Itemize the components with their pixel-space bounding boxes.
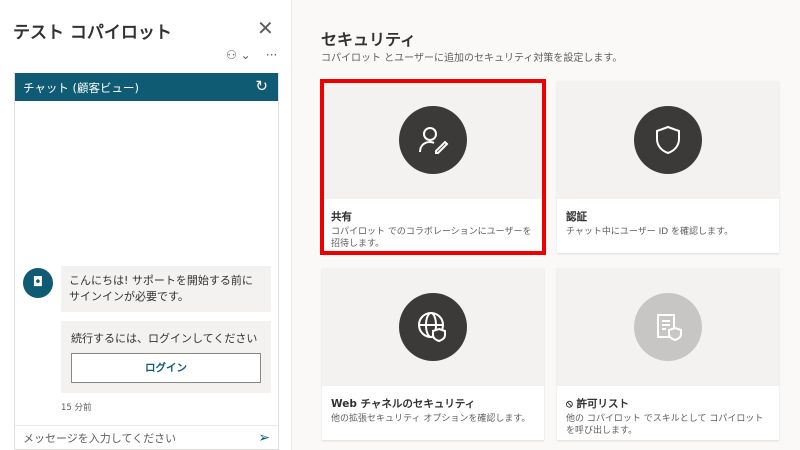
login-button[interactable]: ログイン (71, 353, 261, 383)
tile-title: 許可リスト (576, 398, 630, 410)
close-icon[interactable]: ✕ (257, 16, 274, 40)
chat-window: チャット (顧客ビュー) ↻ ◘ こんにちは! サポートを開始する前にサインインが… (14, 73, 279, 450)
chevron-down-icon[interactable]: ⌄ (241, 48, 251, 62)
tile-desc: 他の コパイロット でスキルとして コパイロット を呼び出します。 (566, 414, 764, 436)
bot-message: こんにちは! サポートを開始する前にサインインが必要です。 (61, 266, 271, 312)
login-card: 続行するには、ログインしてください ログイン (61, 321, 271, 393)
page-title: セキュリティ (321, 30, 417, 49)
login-card-text: 続行するには、ログインしてください (71, 332, 258, 345)
chat-header: チャット (顧客ビュー) ↻ (15, 73, 278, 101)
tile-sharing[interactable]: 共有 コパイロット でのコラボレーションにユーザーを招待します。 (320, 79, 546, 255)
message-timestamp: 15 分前 (61, 403, 92, 413)
shield-icon (634, 106, 702, 174)
refresh-icon[interactable]: ↻ (255, 77, 268, 95)
tile-authentication[interactable]: 認証 チャット中にユーザー ID を確認します。 (557, 81, 779, 253)
bot-icon[interactable]: ⚇ (226, 48, 237, 62)
tile-title: Web チャネルのセキュリティ (331, 398, 476, 410)
panel-title: テスト コパイロット (13, 23, 172, 43)
more-icon[interactable]: ··· (266, 48, 277, 62)
share-user-icon (399, 106, 467, 174)
allowlist-icon (634, 293, 702, 361)
bot-avatar-icon: ◘ (23, 268, 53, 298)
page-subtitle: コパイロット とユーザーに追加のセキュリティ対策を設定します。 (321, 53, 623, 64)
globe-shield-icon (399, 293, 467, 361)
tile-desc: 他の拡張セキュリティ オプションを確認します。 (331, 414, 531, 424)
message-input[interactable]: メッセージを入力してください ➢ (15, 425, 278, 450)
tile-allowlist[interactable]: ⦸ 許可リスト 他の コパイロット でスキルとして コパイロット を呼び出します… (557, 268, 779, 440)
tile-title: 認証 (566, 211, 587, 223)
tile-desc: チャット中にユーザー ID を確認します。 (566, 227, 734, 237)
tile-title: 共有 (331, 211, 352, 223)
message-placeholder[interactable]: メッセージを入力してください (23, 430, 176, 446)
tile-desc: コパイロット でのコラボレーションにユーザーを招待します。 (331, 227, 532, 249)
tile-web-channel-security[interactable]: Web チャネルのセキュリティ 他の拡張セキュリティ オプションを確認します。 (322, 268, 544, 440)
test-panel: テスト コパイロット ✕ ⚇ ⌄ ··· チャット (顧客ビュー) ↻ ◘ こんに… (0, 0, 292, 450)
chat-header-title: チャット (顧客ビュー) (23, 81, 140, 95)
send-icon[interactable]: ➢ (258, 430, 270, 446)
